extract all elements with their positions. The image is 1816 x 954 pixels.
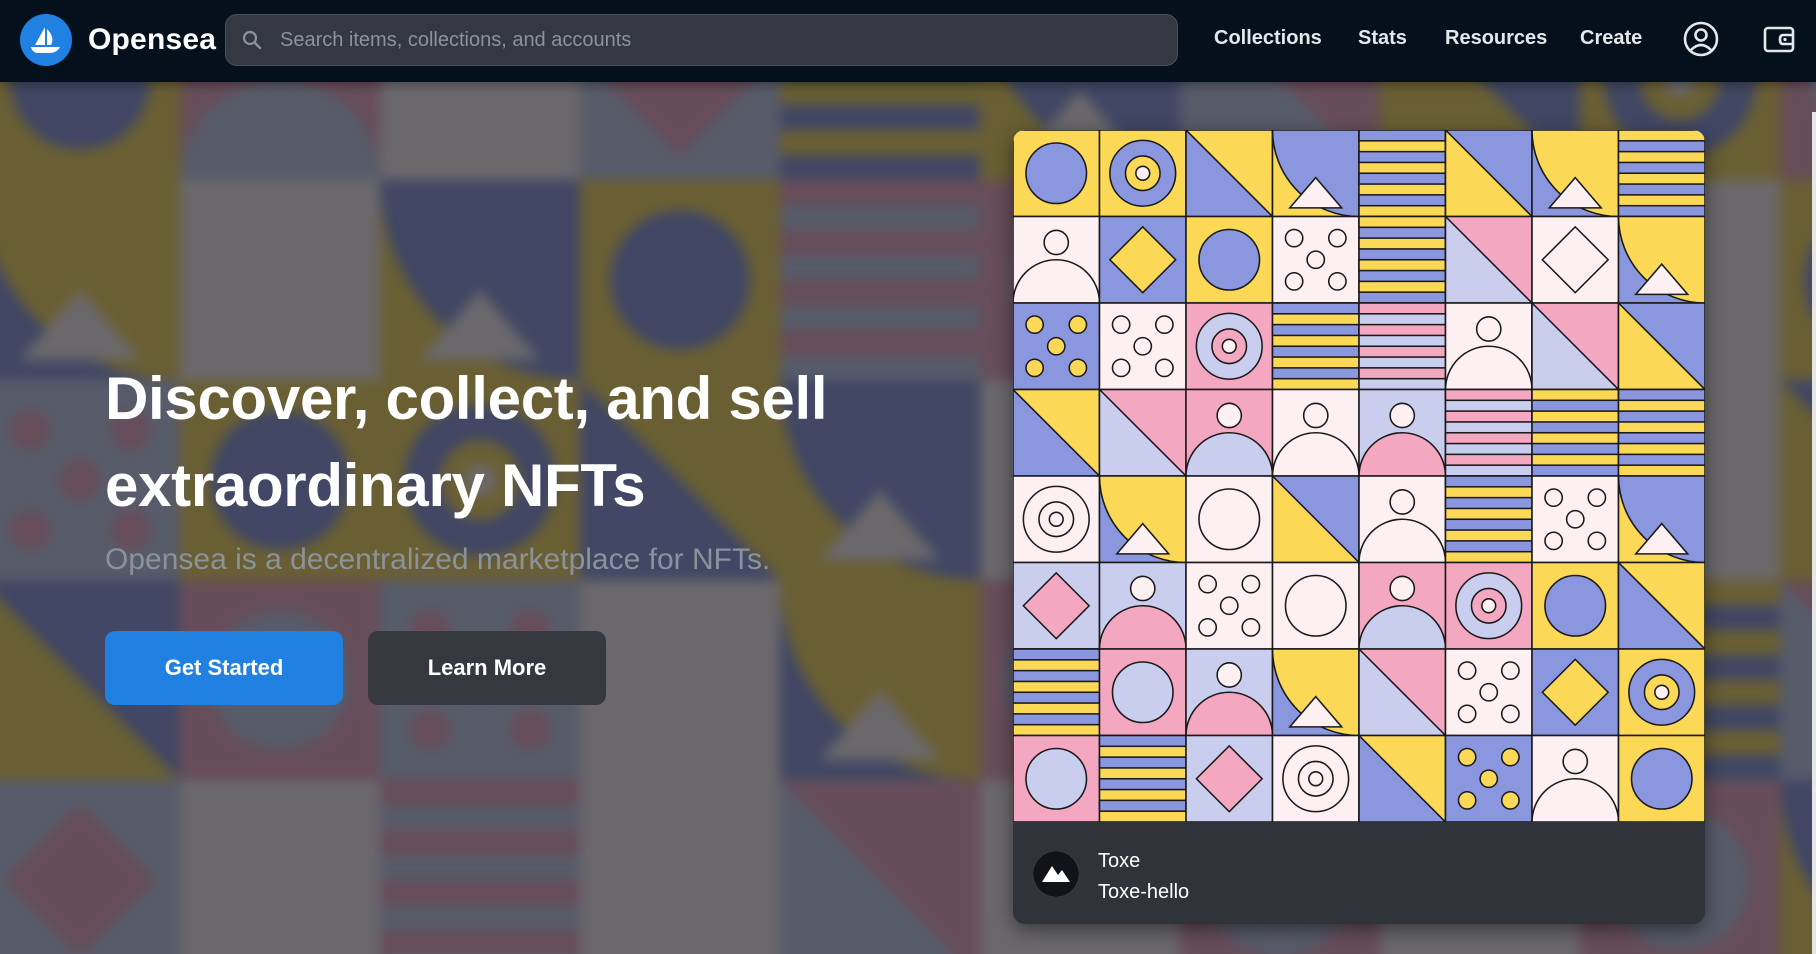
nft-name[interactable]: Toxe [1098,850,1140,873]
card-footer: Toxe Toxe-hello [1013,822,1705,924]
top-navbar: Opensea Collections Stats Resources Crea… [0,0,1816,82]
nav-collections[interactable]: Collections [1214,27,1322,50]
featured-nft-card[interactable]: Toxe Toxe-hello [1013,130,1705,924]
search-bar[interactable] [225,14,1178,66]
nav-create[interactable]: Create [1580,27,1642,50]
nav-stats[interactable]: Stats [1358,27,1407,50]
account-icon[interactable] [1680,18,1722,60]
opensea-boat-icon [20,14,72,66]
search-icon [242,29,264,51]
page-scrollbar[interactable] [1812,112,1816,954]
nft-artwork[interactable] [1013,130,1705,823]
hero-subtitle: Opensea is a decentralized marketplace f… [105,543,771,576]
mountain-icon[interactable] [1033,851,1079,897]
brand-link[interactable]: Opensea [20,14,216,66]
learn-more-button[interactable]: Learn More [368,631,606,705]
get-started-button[interactable]: Get Started [105,631,343,705]
brand-name: Opensea [88,23,217,56]
wallet-icon[interactable] [1758,18,1800,60]
hero-title: Discover, collect, and sell extraordinar… [105,365,828,519]
nav-resources[interactable]: Resources [1445,27,1547,50]
search-input[interactable] [278,18,1177,62]
nft-creator[interactable]: Toxe-hello [1098,881,1189,904]
